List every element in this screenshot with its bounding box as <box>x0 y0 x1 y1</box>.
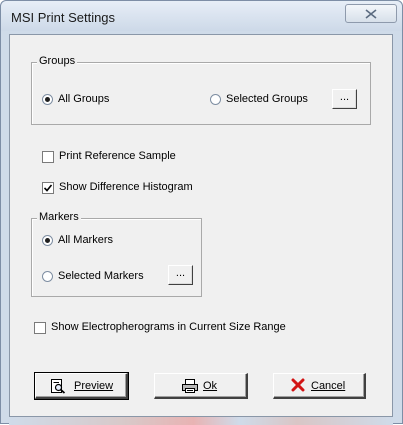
show-electropherograms-checkbox[interactable] <box>34 322 46 334</box>
close-button[interactable] <box>345 4 397 23</box>
close-icon <box>365 9 377 19</box>
print-reference-sample-label: Print Reference Sample <box>59 150 176 162</box>
dialog-client-area: Groups All Groups Selected Groups ... Pr… <box>9 34 393 417</box>
checkmark-icon <box>44 184 52 192</box>
selected-markers-label: Selected Markers <box>58 270 144 282</box>
show-electropherograms-label: Show Electropherograms in Current Size R… <box>51 321 286 333</box>
show-difference-histogram-label: Show Difference Histogram <box>59 181 193 193</box>
markers-groupbox: Markers All Markers Selected Markers ... <box>31 211 202 297</box>
cancel-label: Cancel <box>311 380 346 392</box>
preview-label: Preview <box>74 380 114 392</box>
msi-print-settings-window: MSI Print Settings Groups All Groups Sel… <box>0 0 403 425</box>
all-markers-label: All Markers <box>58 234 114 246</box>
selected-groups-radio[interactable] <box>210 94 221 105</box>
printer-icon <box>182 379 198 393</box>
selected-markers-radio[interactable] <box>42 271 53 282</box>
selected-groups-label: Selected Groups <box>226 93 308 105</box>
markers-legend: Markers <box>37 211 81 223</box>
all-groups-radio[interactable] <box>42 94 53 105</box>
window-title: MSI Print Settings <box>11 10 116 25</box>
print-reference-sample-checkbox[interactable] <box>42 151 54 163</box>
select-groups-button[interactable]: ... <box>332 89 357 109</box>
all-groups-label: All Groups <box>58 93 110 105</box>
groups-groupbox: Groups All Groups Selected Groups ... <box>31 55 371 125</box>
show-difference-histogram-checkbox[interactable] <box>42 182 54 194</box>
title-bar[interactable]: MSI Print Settings <box>1 1 402 31</box>
select-markers-button[interactable]: ... <box>168 265 193 285</box>
ok-button[interactable]: Ok <box>154 373 248 399</box>
red-x-icon <box>291 378 305 392</box>
cancel-button[interactable]: Cancel <box>273 373 366 399</box>
print-preview-icon <box>51 379 66 394</box>
ok-label: Ok <box>203 380 218 392</box>
preview-button[interactable]: Preview <box>34 372 129 400</box>
all-markers-radio[interactable] <box>42 235 53 246</box>
groups-legend: Groups <box>37 55 78 67</box>
